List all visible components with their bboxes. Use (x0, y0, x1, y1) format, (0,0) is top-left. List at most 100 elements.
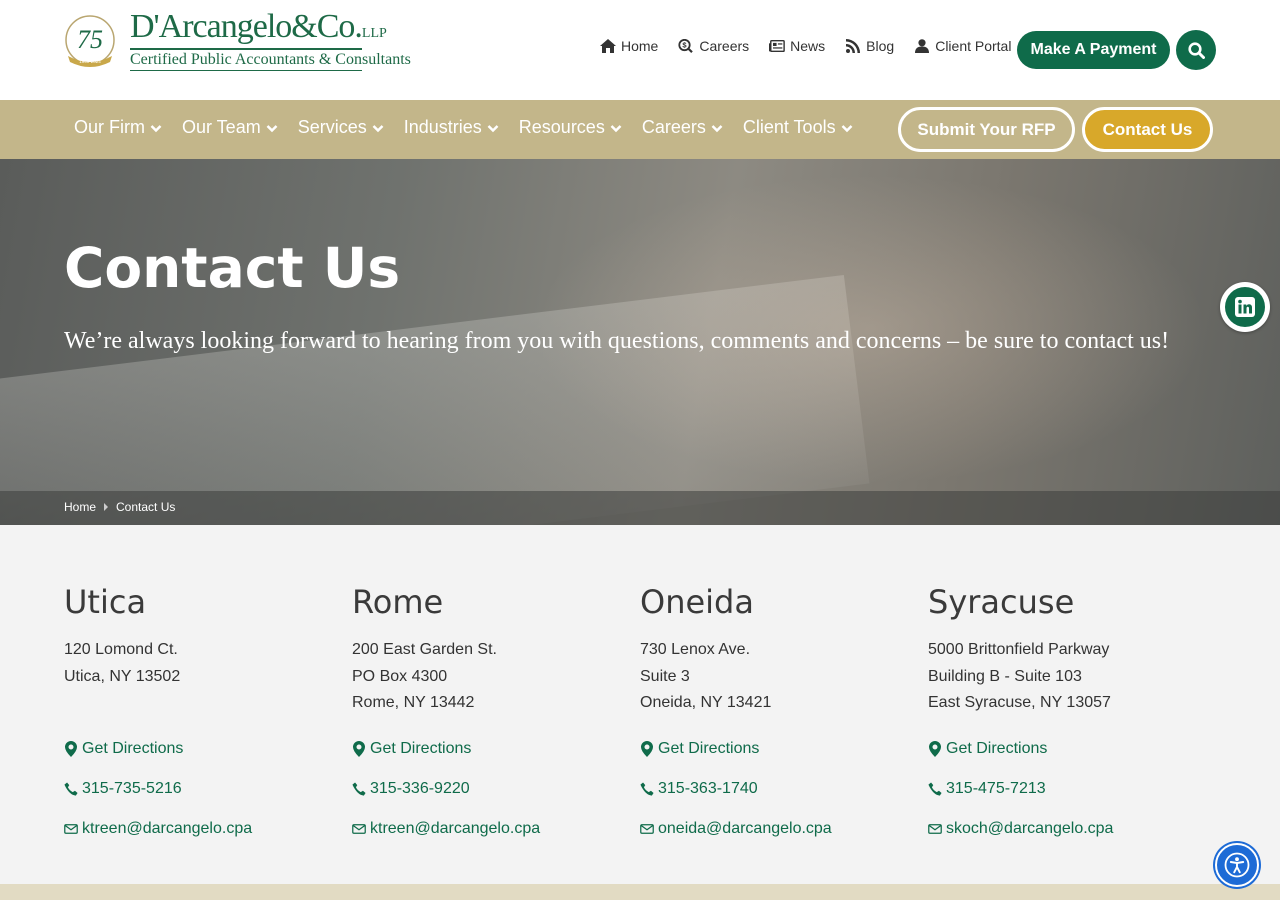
get-directions-link[interactable]: Get Directions (352, 729, 640, 769)
nav-item-services[interactable]: Services (288, 117, 394, 138)
utility-link-blog[interactable]: Blog (845, 38, 894, 54)
nav-label: Services (297, 117, 367, 137)
nav-item-resources[interactable]: Resources (509, 117, 632, 138)
address-line: PO Box 4300 (352, 667, 448, 685)
address-line: 730 Lenox Ave. (640, 641, 751, 658)
search-button[interactable] (1176, 30, 1216, 70)
page-subtitle: We’re always looking forward to hearing … (64, 328, 1170, 354)
address-line: 120 Lomond Ct. (64, 641, 178, 658)
nav-label: Our Firm (74, 117, 145, 137)
map-marker-icon (641, 741, 653, 757)
phone-link[interactable]: 315-475-7213 (928, 769, 1216, 809)
get-directions-link[interactable]: Get Directions (640, 729, 928, 769)
company-logo[interactable]: 75 1949-2024 D'Arcangelo&Co.LLP Certifie… (64, 8, 411, 72)
breadcrumb-current: Contact Us (116, 500, 176, 514)
newspaper-icon (769, 39, 785, 53)
seal-years: 1949-2024 (79, 59, 101, 64)
nav-item-our-firm[interactable]: Our Firm (64, 117, 172, 138)
chevron-down-icon (372, 124, 384, 132)
nav-label: Industries (403, 117, 482, 137)
svg-text:$: $ (683, 41, 688, 50)
office-locations: Utica 120 Lomond Ct. Utica, NY 13502 Get… (64, 583, 1216, 849)
nav-item-careers[interactable]: Careers (632, 117, 733, 138)
utility-link-home[interactable]: Home (600, 38, 658, 54)
office-address: 200 East Garden St. PO Box 4300 Rome, NY… (352, 637, 640, 729)
utility-link-news[interactable]: News (769, 38, 825, 54)
logo-divider (130, 48, 362, 50)
utility-label: News (790, 38, 826, 54)
chevron-down-icon (610, 124, 622, 132)
search-dollar-icon: $ (678, 39, 694, 53)
email-link[interactable]: ktreen@darcangelo.cpa (352, 809, 640, 849)
anniversary-seal-icon: 75 1949-2024 (65, 15, 115, 67)
search-icon (1187, 41, 1205, 59)
logo-wordmark: D'Arcangelo&Co.LLP (130, 8, 387, 45)
nav-label: Resources (518, 117, 605, 137)
breadcrumb: Home Contact Us (0, 491, 1280, 525)
linkedin-icon (1235, 297, 1255, 317)
phone-link[interactable]: 315-363-1740 (640, 769, 928, 809)
phone-icon (64, 782, 78, 796)
caret-right-icon (104, 503, 109, 511)
get-directions-link[interactable]: Get Directions (64, 729, 352, 769)
breadcrumb-home-link[interactable]: Home (64, 500, 96, 514)
office-address: 5000 Brittonfield Parkway Building B - S… (928, 637, 1216, 729)
get-directions-link[interactable]: Get Directions (928, 729, 1216, 769)
site-header: 75 1949-2024 D'Arcangelo&Co.LLP Certifie… (0, 0, 1280, 100)
seal-number: 75 (77, 25, 103, 54)
address-line: Rome, NY 13442 (352, 694, 475, 711)
page-title: Contact Us (64, 236, 401, 300)
utility-link-careers[interactable]: $ Careers (678, 38, 749, 54)
utility-link-client-portal[interactable]: Client Portal (914, 38, 1011, 54)
address-line: Oneida, NY 13421 (640, 694, 772, 711)
chevron-down-icon (487, 124, 499, 132)
envelope-icon (64, 824, 78, 834)
address-line: 200 East Garden St. (352, 641, 497, 658)
office-card: Rome 200 East Garden St. PO Box 4300 Rom… (352, 583, 640, 849)
nav-label: Careers (641, 117, 706, 137)
chevron-down-icon (711, 124, 723, 132)
office-card: Oneida 730 Lenox Ave. Suite 3 Oneida, NY… (640, 583, 928, 849)
address-line: 5000 Brittonfield Parkway (928, 641, 1110, 658)
office-address: 730 Lenox Ave. Suite 3 Oneida, NY 13421 (640, 637, 928, 729)
utility-label: Blog (866, 38, 895, 54)
map-marker-icon (929, 741, 941, 757)
office-address: 120 Lomond Ct. Utica, NY 13502 (64, 637, 352, 729)
make-payment-button[interactable]: Make A Payment (1017, 31, 1170, 69)
email-link[interactable]: oneida@darcangelo.cpa (640, 809, 928, 849)
email-link[interactable]: ktreen@darcangelo.cpa (64, 809, 352, 849)
envelope-icon (640, 824, 654, 834)
chevron-down-icon (841, 124, 852, 132)
nav-item-our-team[interactable]: Our Team (172, 117, 288, 138)
address-line: East Syracuse, NY 13057 (928, 694, 1111, 711)
utility-label: Client Portal (935, 38, 1012, 54)
linkedin-button[interactable] (1220, 282, 1270, 332)
envelope-icon (352, 824, 366, 834)
email-link[interactable]: skoch@darcangelo.cpa (928, 809, 1216, 849)
phone-icon (640, 782, 654, 796)
office-city: Rome (352, 583, 444, 621)
contact-us-button[interactable]: Contact Us (1082, 107, 1213, 152)
nav-label: Our Team (182, 117, 261, 137)
nav-item-industries[interactable]: Industries (394, 117, 509, 138)
utility-nav: Home $ Careers News Blog Client Portal (600, 38, 1031, 54)
address-line: Utica, NY 13502 (64, 667, 181, 685)
logo-llp: LLP (361, 26, 387, 41)
office-city: Utica (64, 583, 147, 621)
office-city: Syracuse (928, 583, 1075, 621)
logo-divider-bottom (130, 70, 362, 71)
accessibility-icon (1224, 852, 1250, 878)
nav-label: Client Tools (742, 117, 836, 137)
map-marker-icon (353, 741, 365, 757)
submit-rfp-button[interactable]: Submit Your RFP (898, 107, 1075, 152)
main-nav: Our Firm Our Team Services Industries Re… (64, 117, 863, 138)
map-marker-icon (65, 741, 77, 757)
chevron-down-icon (150, 124, 162, 132)
accessibility-button[interactable] (1215, 843, 1259, 887)
envelope-icon (928, 824, 942, 834)
chevron-down-icon (266, 124, 278, 132)
phone-link[interactable]: 315-735-5216 (64, 769, 352, 809)
phone-link[interactable]: 315-336-9220 (352, 769, 640, 809)
nav-item-client-tools[interactable]: Client Tools (733, 117, 863, 138)
phone-icon (352, 782, 366, 796)
